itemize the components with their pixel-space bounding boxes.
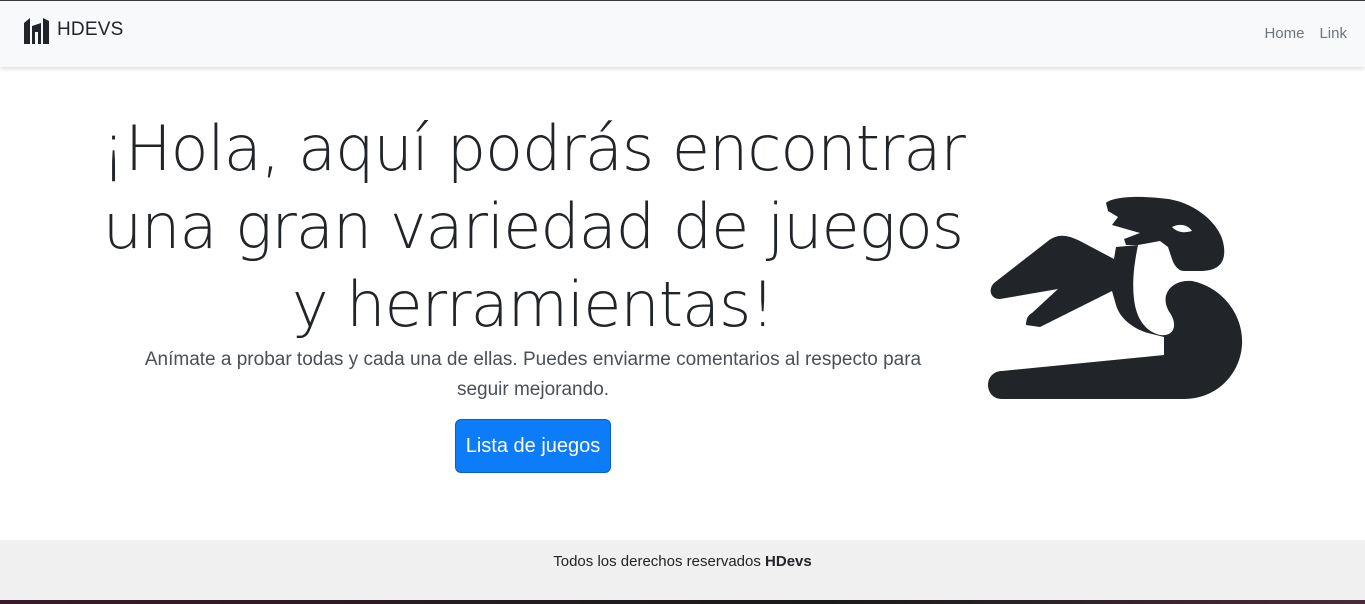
- brand-name: HDEVS: [57, 19, 124, 40]
- dragon-icon: [988, 196, 1243, 399]
- hero-lead: Anímate a probar todas y cada una de ell…: [144, 349, 922, 400]
- footer-copyright: Todos los derechos reservados: [553, 553, 766, 570]
- nav-link-home[interactable]: Home: [1264, 25, 1304, 42]
- footer-text: Todos los derechos reservados HDevs: [0, 553, 1365, 570]
- hero-title: ¡Hola, aquí podrás encontrar una gran va…: [101, 112, 966, 341]
- nav-links: Home Link: [1249, 25, 1347, 42]
- taskbar-edge: [0, 600, 1365, 604]
- navbar: HDEVS Home Link: [0, 0, 1365, 67]
- hdevs-logo-icon: [24, 18, 49, 44]
- footer: Todos los derechos reservados HDevs: [0, 540, 1365, 600]
- nav-link-link[interactable]: Link: [1319, 25, 1347, 42]
- brand-link[interactable]: HDEVS: [23, 15, 123, 45]
- footer-brand: HDevs: [765, 553, 812, 570]
- games-list-button[interactable]: Lista de juegos: [455, 419, 611, 473]
